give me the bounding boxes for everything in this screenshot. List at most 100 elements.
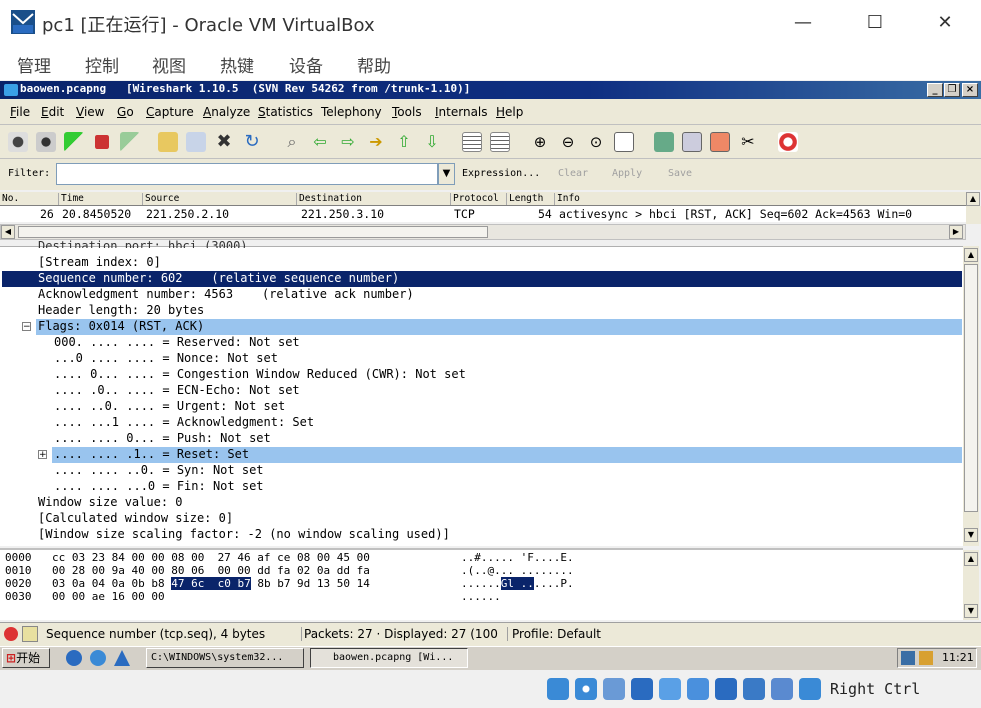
flag-line[interactable]: .... .... .1.. = Reset: Set — [54, 446, 249, 462]
menu-go[interactable]: Go — [117, 105, 134, 119]
flag-line[interactable]: .... .... 0... = Push: Not set — [54, 430, 271, 446]
interfaces-icon[interactable] — [8, 132, 28, 152]
restart-capture-icon[interactable] — [120, 132, 140, 152]
hscroll-thumb[interactable] — [18, 226, 488, 238]
flag-line[interactable]: .... 0... .... = Congestion Window Reduc… — [54, 366, 466, 382]
resize-columns-icon[interactable] — [614, 132, 634, 152]
flag-line[interactable]: 000. .... .... = Reserved: Not set — [54, 334, 300, 350]
first-packet-icon[interactable]: ⇧ — [394, 132, 414, 152]
detail-line[interactable]: [Calculated window size: 0] — [38, 510, 233, 526]
menu-help[interactable]: 帮助 — [357, 52, 391, 77]
options-icon[interactable] — [36, 132, 56, 152]
save-file-icon[interactable] — [186, 132, 206, 152]
bytes-ascii[interactable]: .(..@... ........ — [461, 564, 574, 577]
clear-button[interactable]: Clear — [558, 168, 588, 179]
taskbar-item-wireshark[interactable]: baowen.pcapng [Wi... — [310, 648, 468, 668]
colorize-icon[interactable] — [462, 132, 482, 152]
autoscroll-icon[interactable] — [490, 132, 510, 152]
open-file-icon[interactable] — [158, 132, 178, 152]
save-filter-button[interactable]: Save — [668, 168, 692, 179]
apply-button[interactable]: Apply — [612, 168, 642, 179]
flag-line[interactable]: .... ..0. .... = Urgent: Not set — [54, 398, 285, 414]
menu-tools[interactable]: Tools — [392, 105, 422, 119]
column-protocol[interactable]: Protocol — [450, 193, 506, 205]
detail-line[interactable]: [Stream index: 0] — [38, 254, 161, 270]
comments-icon[interactable] — [22, 626, 38, 642]
guest-restore-button[interactable]: ❐ — [944, 83, 960, 97]
column-destination[interactable]: Destination — [296, 193, 450, 205]
scroll-up-icon[interactable]: ▲ — [964, 552, 978, 566]
scroll-left-icon[interactable]: ◀ — [1, 225, 15, 239]
column-info[interactable]: Info — [554, 193, 966, 205]
audio-icon[interactable] — [603, 678, 625, 700]
cpu-icon[interactable] — [771, 678, 793, 700]
guest-minimize-button[interactable]: _ — [927, 83, 943, 97]
last-packet-icon[interactable]: ⇩ — [422, 132, 442, 152]
capture-filters-icon[interactable] — [654, 132, 674, 152]
close-button[interactable]: ✕ — [922, 8, 968, 38]
back-icon[interactable]: ⇦ — [310, 132, 330, 152]
network-adapter-icon[interactable] — [631, 678, 653, 700]
bytes-ascii-line[interactable]: ......Gl ......P. — [461, 577, 574, 590]
network-icon[interactable] — [901, 651, 915, 665]
column-length[interactable]: Length — [506, 193, 554, 205]
expand-icon[interactable]: + — [38, 450, 47, 460]
zoom-in-icon[interactable]: ⊕ — [530, 132, 550, 152]
maximize-button[interactable]: ☐ — [852, 8, 898, 38]
menu-manage[interactable]: 管理 — [17, 52, 51, 77]
find-icon[interactable]: ⌕ — [282, 132, 302, 152]
start-capture-icon[interactable] — [64, 132, 84, 152]
menu-edit[interactable]: Edit — [41, 105, 64, 119]
menu-file[interactable]: File — [10, 105, 30, 119]
menu-view-ws[interactable]: View — [76, 105, 104, 119]
help-icon[interactable] — [778, 132, 798, 152]
stop-capture-icon[interactable] — [95, 135, 109, 149]
menu-analyze[interactable]: Analyze — [203, 105, 250, 119]
detail-line[interactable]: Header length: 20 bytes — [38, 302, 204, 318]
shared-folders-icon[interactable] — [687, 678, 709, 700]
flag-line[interactable]: .... ...1 .... = Acknowledgment: Set — [54, 414, 314, 430]
column-no[interactable]: No. — [0, 193, 58, 205]
column-time[interactable]: Time — [58, 193, 142, 205]
menu-devices[interactable]: 设备 — [289, 52, 323, 77]
reload-icon[interactable]: ↻ — [242, 132, 262, 152]
bytes-hex[interactable]: 00 00 ae 16 00 00 — [52, 590, 165, 603]
flag-line[interactable]: .... .... ..0. = Syn: Not set — [54, 462, 264, 478]
scroll-up-icon[interactable]: ▲ — [964, 248, 978, 262]
expression-button[interactable]: Expression... — [462, 168, 540, 179]
bytes-ascii[interactable]: ...... — [461, 590, 501, 603]
flag-line[interactable]: ...0 .... .... = Nonce: Not set — [54, 350, 278, 366]
flags-line[interactable]: Flags: 0x014 (RST, ACK) — [38, 318, 204, 334]
detail-line[interactable]: [Window size scaling factor: -2 (no wind… — [38, 526, 450, 542]
display-icon[interactable] — [715, 678, 737, 700]
start-button[interactable]: ⊞开始 — [2, 648, 50, 668]
scroll-right-icon[interactable]: ▶ — [949, 225, 963, 239]
guest-close-button[interactable]: × — [962, 83, 978, 97]
detail-line[interactable]: Acknowledgment number: 4563 (relative ac… — [38, 286, 414, 302]
bytes-hex[interactable]: 00 28 00 9a 40 00 80 06 00 00 dd fa 02 0… — [52, 564, 370, 577]
filter-dropdown-icon[interactable]: ▼ — [438, 163, 455, 185]
optical-drive-icon[interactable] — [575, 678, 597, 700]
detail-line[interactable]: Window size value: 0 — [38, 494, 183, 510]
flag-line[interactable]: .... .0.. .... = ECN-Echo: Not set — [54, 382, 300, 398]
menu-view[interactable]: 视图 — [152, 52, 186, 77]
menu-telephony[interactable]: Telephony — [321, 105, 382, 119]
menu-control[interactable]: 控制 — [85, 52, 119, 77]
usb-icon[interactable] — [659, 678, 681, 700]
browser-icon[interactable] — [66, 650, 82, 666]
menu-help-ws[interactable]: Help — [496, 105, 523, 119]
close-file-icon[interactable]: ✖ — [214, 132, 234, 152]
bytes-hex-line[interactable]: 03 0a 04 0a 0b b8 47 6c c0 b7 8b b7 9d 1… — [52, 577, 370, 590]
menu-capture[interactable]: Capture — [146, 105, 194, 119]
bytes-ascii[interactable]: ..#..... 'F....E. — [461, 551, 574, 564]
goto-packet-icon[interactable]: ➔ — [366, 132, 386, 152]
recording-icon[interactable] — [743, 678, 765, 700]
menu-hotkeys[interactable]: 热键 — [220, 52, 254, 77]
normal-size-icon[interactable]: ⊙ — [586, 132, 606, 152]
preferences-icon[interactable]: ✂ — [738, 132, 758, 152]
status-profile[interactable]: Profile: Default — [507, 627, 601, 641]
minimize-button[interactable]: — — [780, 8, 826, 38]
taskbar-item-cmd[interactable]: C:\WINDOWS\system32... — [146, 648, 304, 668]
flag-line[interactable]: .... .... ...0 = Fin: Not set — [54, 478, 264, 494]
packet-list-vscroll[interactable] — [966, 206, 981, 224]
